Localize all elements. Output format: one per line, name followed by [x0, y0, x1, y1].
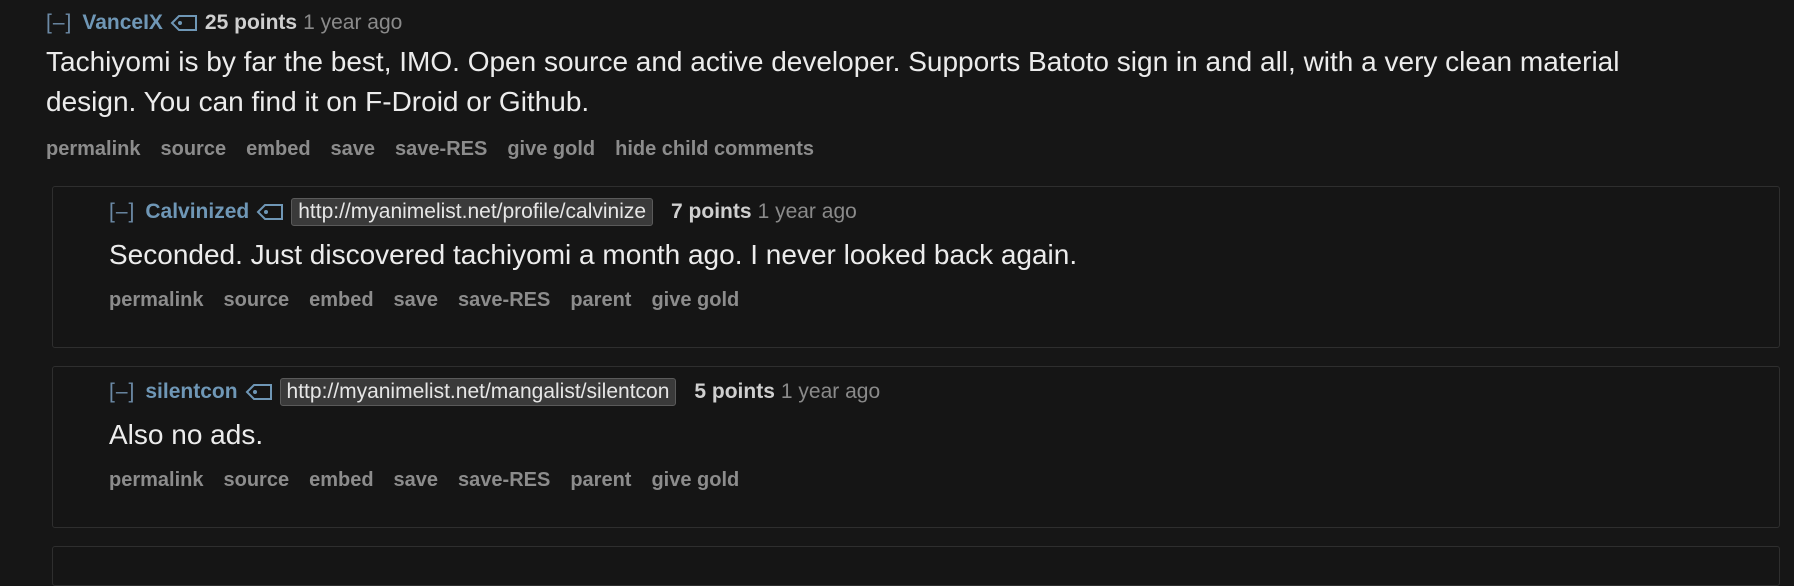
author-link[interactable]: silentcon [145, 380, 237, 404]
user-flair: http://myanimelist.net/mangalist/silentc… [279, 378, 677, 406]
comment-time: 1 year ago [303, 11, 403, 34]
source-button[interactable]: source [223, 469, 289, 492]
comment-score: 25 points [204, 11, 298, 34]
save-res-button[interactable]: save-RES [458, 289, 550, 312]
comment-actions: permalink source embed save save-RES par… [109, 289, 1077, 312]
source-button[interactable]: source [223, 289, 289, 312]
comment-time: 1 year ago [780, 380, 881, 403]
save-button[interactable]: save [394, 469, 439, 492]
embed-button[interactable]: embed [309, 469, 373, 492]
tag-icon[interactable] [169, 14, 199, 32]
save-button[interactable]: save [394, 289, 439, 312]
comment-score: 7 points [671, 200, 752, 223]
comment-tagline: [–] VanceIX 25 points 1 year ago [46, 8, 1746, 38]
comment-vanceix: [–] VanceIX 25 points 1 year ago Tachiyo… [46, 8, 1746, 161]
save-button[interactable]: save [331, 138, 376, 161]
source-button[interactable]: source [160, 138, 226, 161]
comment-score: 5 points [694, 380, 775, 403]
tag-icon[interactable] [244, 383, 274, 401]
hide-child-comments-button[interactable]: hide child comments [615, 138, 814, 161]
give-gold-button[interactable]: give gold [651, 289, 739, 312]
embed-button[interactable]: embed [309, 289, 373, 312]
user-flair: http://myanimelist.net/profile/calvinize [291, 198, 654, 226]
comment-body: Tachiyomi is by far the best, IMO. Open … [46, 46, 1620, 117]
save-res-button[interactable]: save-RES [458, 469, 550, 492]
save-res-button[interactable]: save-RES [395, 138, 487, 161]
comment-time: 1 year ago [757, 200, 857, 223]
tag-icon[interactable] [255, 203, 285, 221]
comment-tagline: [–] silentcon http://myanimelist.net/man… [109, 377, 880, 407]
give-gold-button[interactable]: give gold [651, 469, 739, 492]
collapse-toggle[interactable]: [–] [46, 11, 72, 35]
embed-button[interactable]: embed [246, 138, 310, 161]
collapse-toggle[interactable]: [–] [109, 380, 135, 404]
permalink-button[interactable]: permalink [109, 289, 203, 312]
comment-silentcon: [–] silentcon http://myanimelist.net/man… [52, 366, 1780, 528]
comment-actions: permalink source embed save save-RES giv… [46, 138, 1746, 161]
comment-next-partial [52, 546, 1780, 586]
permalink-button[interactable]: permalink [109, 469, 203, 492]
parent-button[interactable]: parent [570, 289, 631, 312]
parent-button[interactable]: parent [570, 469, 631, 492]
permalink-button[interactable]: permalink [46, 138, 140, 161]
comment-actions: permalink source embed save save-RES par… [109, 469, 880, 492]
comment-tagline: [–] Calvinized http://myanimelist.net/pr… [109, 197, 1077, 227]
give-gold-button[interactable]: give gold [507, 138, 595, 161]
comment-body: Also no ads. [109, 419, 264, 450]
comment-body: Seconded. Just discovered tachiyomi a mo… [109, 239, 1078, 270]
author-link[interactable]: VanceIX [82, 11, 163, 35]
author-link[interactable]: Calvinized [145, 200, 249, 224]
comment-calvinized: [–] Calvinized http://myanimelist.net/pr… [52, 186, 1780, 348]
collapse-toggle[interactable]: [–] [109, 200, 135, 224]
